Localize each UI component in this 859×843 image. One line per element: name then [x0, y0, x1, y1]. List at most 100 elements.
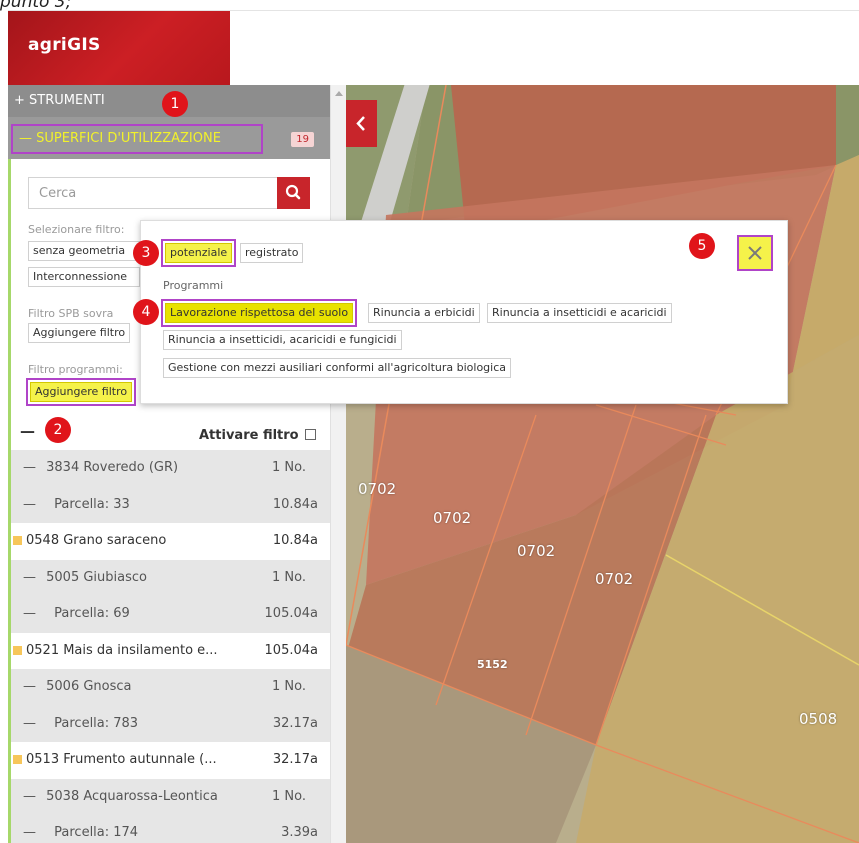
- search-placeholder: Cerca: [39, 186, 77, 201]
- search-button[interactable]: [277, 177, 310, 209]
- sidebar-scrollbar[interactable]: [330, 85, 346, 843]
- tree-row[interactable]: — Parcella: 69 105.04a: [11, 596, 330, 633]
- tree-row-value: 105.04a: [264, 642, 318, 658]
- app-header: agriGIS: [8, 10, 859, 86]
- tree-row-text: 5006 Gnosca: [46, 679, 132, 694]
- tree-row-text: 3834 Roveredo (GR): [46, 460, 179, 475]
- close-popup-button[interactable]: [737, 235, 773, 271]
- superfici-title[interactable]: — SUPERFICI D'UTILIZZAZIONE: [11, 124, 263, 154]
- tree-row-text: Parcella: 783: [54, 715, 139, 731]
- tree-collapse-dash[interactable]: —: [23, 497, 40, 512]
- map-view[interactable]: 0702 0702 0702 0702 5152 0508: [346, 85, 859, 843]
- tree-row-value: 3.39a: [281, 825, 318, 840]
- tree-row-label: — Parcella: 69: [23, 596, 130, 632]
- activate-filter-label: Attivare filtro: [199, 428, 299, 443]
- tree-row[interactable]: — 3834 Roveredo (GR) 1 No.: [11, 450, 330, 487]
- crop-color-swatch: [13, 645, 22, 655]
- program-chip[interactable]: Rinuncia a erbicidi: [368, 303, 480, 323]
- logo[interactable]: agriGIS: [28, 35, 101, 55]
- chevron-left-icon: [356, 116, 365, 131]
- map-label-field: 0702: [358, 480, 397, 498]
- superfici-count-badge: 19: [291, 132, 314, 147]
- tree-row-value: 105.04a: [264, 606, 318, 621]
- tree-row-text: 5038 Acquarossa-Leontica: [46, 788, 218, 804]
- tree-collapse-dash[interactable]: —: [23, 570, 40, 585]
- program-chip[interactable]: Lavorazione rispettosa del suolo: [160, 299, 358, 327]
- tree-row-text: 5005 Giubiasco: [46, 569, 147, 585]
- tree-row-text: Parcella: 33: [54, 496, 130, 512]
- tree-row-label: 0548 Grano saraceno: [13, 523, 166, 559]
- annotation-marker: 5: [689, 233, 715, 259]
- filter-label: Selezionare filtro:: [28, 223, 125, 236]
- tree-row[interactable]: 0548 Grano saraceno 10.84a: [11, 523, 330, 560]
- tree-row-label: 0521 Mais da insilamento e...: [13, 633, 218, 669]
- search-icon: [285, 184, 301, 200]
- tree-collapse-dash[interactable]: —: [23, 825, 40, 840]
- crop-color-swatch: [13, 536, 22, 545]
- programs-heading: Programmi: [163, 279, 224, 292]
- program-chip[interactable]: Rinuncia a insetticidi, acaricidi e fung…: [163, 330, 402, 350]
- brand-area: agriGIS: [8, 11, 230, 86]
- tree-collapse-dash[interactable]: —: [23, 460, 40, 475]
- tree-row-label: — 3834 Roveredo (GR): [23, 450, 178, 486]
- tree-row-text: Parcella: 69: [54, 606, 130, 621]
- parcel-tree: — 3834 Roveredo (GR) 1 No. — Parcella: 33 1…: [11, 450, 330, 843]
- tree-row-label: — Parcella: 174: [23, 815, 138, 843]
- collapse-all-dash[interactable]: —: [20, 422, 35, 440]
- chip-senza-geometria[interactable]: senza geometria: [28, 241, 146, 261]
- tree-row-value: 1 No.: [272, 460, 306, 475]
- tree-row-value: 1 No.: [272, 569, 306, 585]
- tree-row-value: 1 No.: [272, 788, 306, 804]
- tree-row-value: 32.17a: [272, 752, 318, 767]
- tree-row[interactable]: — 5006 Gnosca 1 No.: [11, 669, 330, 706]
- tree-row[interactable]: — 5038 Acquarossa-Leontica 1 No.: [11, 778, 330, 815]
- map-label-field: 5152: [477, 658, 508, 671]
- tree-row-label: — Parcella: 783: [23, 706, 138, 742]
- tree-row[interactable]: 0521 Mais da insilamento e... 105.04a: [11, 632, 330, 669]
- state-potenziale-chip[interactable]: potenziale: [160, 239, 237, 267]
- program-chip[interactable]: Rinuncia a insetticidi e acaricidi: [487, 303, 672, 323]
- tree-row-text: 0548 Grano saraceno: [26, 533, 167, 548]
- map-label-field: 0702: [433, 509, 472, 527]
- tree-row-text: Parcella: 174: [54, 825, 139, 840]
- chip-interconnessione[interactable]: Interconnessione: [28, 267, 140, 287]
- activate-filter-checkbox[interactable]: [305, 429, 316, 440]
- spb-add-filter-button[interactable]: Aggiungere filtro: [28, 323, 131, 343]
- tree-row[interactable]: — Parcella: 783 32.17a: [11, 705, 330, 742]
- crop-color-swatch: [13, 755, 22, 764]
- map-label-field: 0702: [517, 542, 556, 560]
- programs-add-filter-button[interactable]: Aggiungere filtro: [25, 378, 137, 406]
- tree-collapse-dash[interactable]: —: [23, 679, 40, 694]
- annotation-marker: 4: [133, 299, 159, 325]
- program-chip[interactable]: Gestione con mezzi ausiliari conformi al…: [163, 358, 512, 378]
- scroll-up-arrow-icon[interactable]: [335, 91, 343, 96]
- annotation-marker: 1: [162, 91, 188, 117]
- map-label-field: 0508: [799, 710, 838, 728]
- state-registrato-chip[interactable]: registrato: [240, 243, 304, 263]
- tree-row[interactable]: — 5005 Giubiasco 1 No.: [11, 559, 330, 596]
- tree-row[interactable]: — Parcella: 33 10.84a: [11, 486, 330, 523]
- collapse-panel-button[interactable]: [346, 100, 377, 147]
- tree-row-value: 10.84a: [272, 496, 318, 512]
- tree-collapse-dash[interactable]: —: [23, 606, 40, 621]
- tree-collapse-dash[interactable]: —: [23, 716, 40, 731]
- tree-row-label: — Parcella: 33: [23, 487, 130, 523]
- map-canvas: [346, 85, 859, 843]
- tree-row-label: — 5006 Gnosca: [23, 669, 132, 705]
- annotation-marker: 2: [45, 417, 71, 443]
- tree-row[interactable]: 0513 Frumento autunnale (... 32.17a: [11, 742, 330, 779]
- tree-row-text: 0521 Mais da insilamento e...: [26, 642, 218, 658]
- search-input[interactable]: Cerca: [28, 177, 278, 209]
- sidebar-panel: + STRUMENTI — SUPERFICI D'UTILIZZAZIONE …: [8, 85, 330, 843]
- superfici-header[interactable]: — SUPERFICI D'UTILIZZAZIONE 19: [8, 117, 330, 159]
- programs-filter-label: Filtro programmi:: [28, 363, 123, 376]
- spb-filter-label: Filtro SPB sovra: [28, 307, 114, 320]
- tree-row-label: — 5005 Giubiasco: [23, 560, 147, 596]
- tree-row-value: 32.17a: [272, 715, 318, 731]
- tree-row-label: 0513 Frumento autunnale (...: [13, 742, 217, 778]
- annotation-marker: 3: [133, 240, 159, 266]
- close-icon: [748, 246, 762, 260]
- tree-collapse-dash[interactable]: —: [23, 789, 40, 804]
- tree-row-text: 0513 Frumento autunnale (...: [26, 752, 217, 767]
- tree-row[interactable]: — Parcella: 174 3.39a: [11, 815, 330, 843]
